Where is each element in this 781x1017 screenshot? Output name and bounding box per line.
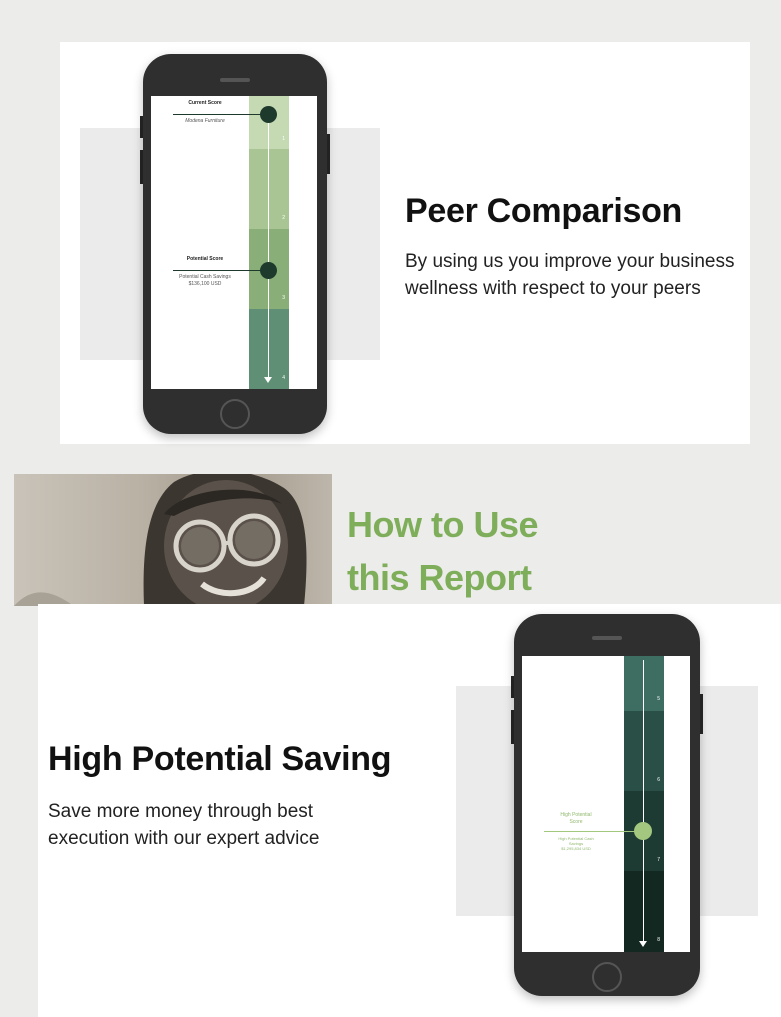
peer-comparison-card: 1 2 3 4 Current Score Modena Furniture P… (60, 42, 750, 444)
band-number: 7 (657, 857, 660, 863)
current-score-marker (260, 106, 277, 123)
band-number: 6 (657, 777, 660, 783)
portrait-photo (14, 474, 332, 606)
phone-screen: 5 6 7 8 High Potential Score High Potent… (522, 656, 690, 952)
band-number: 4 (282, 375, 285, 381)
high-potential-score-marker (634, 822, 652, 840)
high-potential-savings-label: High Potential Cash Savings $1,295,834 U… (546, 836, 606, 852)
band-number: 2 (282, 215, 285, 221)
high-potential-score-pointer (544, 831, 644, 832)
phone-screen: 1 2 3 4 Current Score Modena Furniture P… (151, 96, 317, 389)
phone-mockup-peer: 1 2 3 4 Current Score Modena Furniture P… (140, 54, 330, 434)
band-number: 8 (657, 937, 660, 943)
high-potential-saving-heading: High Potential Saving (48, 740, 392, 778)
score-scale: 5 6 7 8 (624, 656, 664, 952)
peer-comparison-heading: Peer Comparison (405, 192, 683, 230)
arrow-down-icon (264, 377, 272, 383)
how-to-use-title: How to Use this Report (347, 498, 539, 604)
how-to-title-line-1: How to Use (347, 504, 539, 545)
high-potential-score-label: High Potential Score (546, 812, 606, 825)
arrow-down-icon (639, 941, 647, 947)
high-potential-saving-card: High Potential Saving Save more money th… (38, 604, 781, 1017)
speaker-icon (220, 78, 250, 82)
current-score-pointer (173, 114, 269, 115)
home-button-icon (220, 399, 250, 429)
high-potential-saving-body: Save more money through best execution w… (48, 801, 320, 849)
potential-score-value: $136,100 USD (188, 281, 222, 287)
potential-score-label: Potential Score (186, 256, 224, 262)
current-score-company: Modena Furniture (185, 118, 225, 124)
band-number: 3 (282, 295, 285, 301)
score-band: 2 (249, 149, 289, 229)
how-to-title-line-2: this Report (347, 557, 532, 598)
current-score-label: Current Score (188, 100, 222, 106)
score-scale: 1 2 3 4 (249, 96, 289, 389)
portrait-illustration (14, 474, 307, 606)
peer-comparison-body: By using us you improve your business we… (405, 251, 735, 299)
home-button-icon (592, 962, 622, 992)
scale-arrow-line (643, 660, 644, 942)
score-band: 6 (624, 711, 664, 791)
speaker-icon (592, 636, 622, 640)
band-number: 1 (282, 136, 285, 142)
potential-score-pointer (173, 270, 269, 271)
potential-score-marker (260, 262, 277, 279)
score-label-line-2: Score (569, 818, 583, 825)
score-band: 5 (624, 656, 664, 711)
potential-score-sub: Potential Cash Savings (179, 274, 231, 280)
score-band: 8 (624, 871, 664, 952)
band-number: 5 (657, 696, 660, 702)
scale-arrow-line (268, 110, 269, 378)
phone-mockup-saving: 5 6 7 8 High Potential Score High Potent… (511, 614, 703, 996)
savings-value: $1,295,834 USD (561, 846, 591, 852)
